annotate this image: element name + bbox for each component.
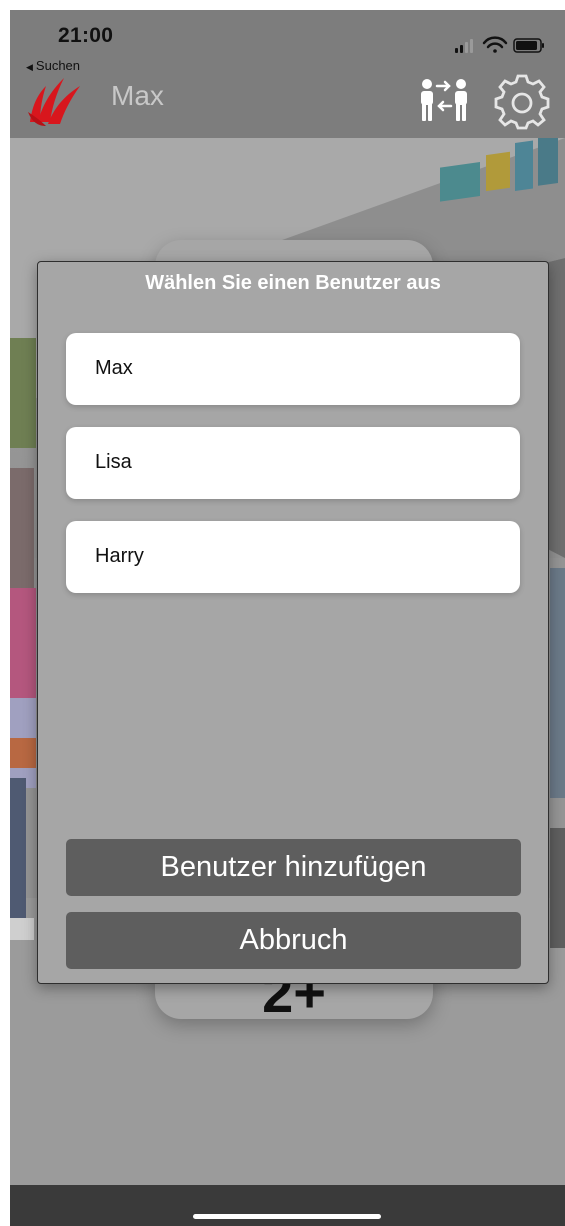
brand-logo-icon[interactable] [24,72,86,128]
back-to-search-link[interactable]: ◀ Suchen [26,58,80,73]
user-item-label: Lisa [95,451,132,473]
status-time: 21:00 [58,24,114,47]
switch-user-icon[interactable] [416,72,472,128]
add-user-button[interactable]: Benutzer hinzufügen [66,839,521,896]
back-arrow-icon: ◀ [26,62,33,72]
status-icons [451,36,551,54]
app-header: 21:00 ◀ Suchen Max [10,10,565,138]
user-item-label: Harry [95,545,144,567]
select-user-dialog: Wählen Sie einen Benutzer aus Max Lisa H… [37,261,549,984]
home-bar [10,1185,565,1226]
back-link-label: Suchen [35,58,81,73]
current-user-title: Max [111,80,164,111]
wifi-icon [482,36,508,53]
user-item-max[interactable]: Max [66,333,520,405]
cancel-button[interactable]: Abbruch [66,912,521,969]
battery-icon [513,38,544,53]
signal-icon [455,39,473,53]
gear-icon[interactable] [493,74,551,132]
user-item-label: Max [95,357,133,379]
dialog-title: Wählen Sie einen Benutzer aus [145,272,441,294]
user-item-lisa[interactable]: Lisa [66,427,520,499]
home-indicator[interactable] [193,1214,381,1219]
phone-screen: 21:00 ◀ Suchen Max 2+ Wählen Sie einen B… [10,10,565,1226]
user-item-harry[interactable]: Harry [66,521,520,593]
